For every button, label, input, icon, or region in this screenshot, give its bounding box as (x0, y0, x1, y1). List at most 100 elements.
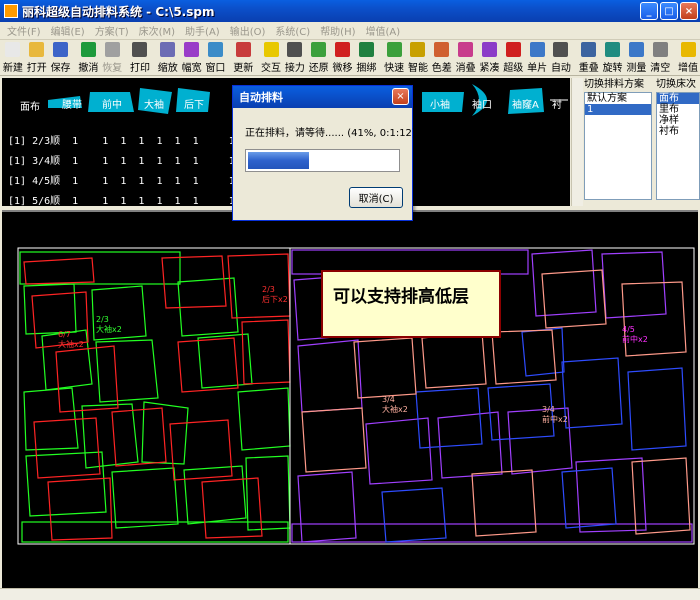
toolbar-button-width[interactable]: 幅宽 (180, 40, 204, 76)
toolbar-button-refresh[interactable]: 更新 (231, 40, 255, 76)
undo-icon (80, 42, 96, 57)
toolbar-button-open-folder[interactable]: 打开 (25, 40, 49, 76)
menu-item-6[interactable]: 系统(C) (270, 23, 315, 38)
toolbar-button-unoverlap[interactable]: 消叠 (454, 40, 478, 76)
bed-item[interactable]: 里布 (657, 104, 699, 115)
toolbar-label: 快速 (384, 63, 405, 74)
toolbar-label: 打开 (26, 63, 47, 74)
toolbar-button-undo[interactable]: 撤消 (76, 40, 100, 76)
bed-item[interactable]: 衬布 (657, 126, 699, 137)
auto-icon (553, 42, 569, 57)
toolbar-button-save-disk[interactable]: 保存 (49, 40, 73, 76)
maximize-button[interactable]: □ (660, 2, 678, 20)
menu-item-1[interactable]: 编辑(E) (46, 23, 90, 38)
compact-icon (481, 42, 497, 57)
piece-label: 3/4 (542, 405, 555, 414)
rotate-icon (605, 42, 621, 57)
title-bar: 丽科超级自动排料系统 - C:\5.spm _ □ × (0, 0, 700, 22)
piece-tag: 小袖 (430, 99, 450, 111)
toolbar-button-printer[interactable]: 打印 (128, 40, 152, 76)
toolbar-button-nudge[interactable]: 微移 (331, 40, 355, 76)
toolbar-button-cursor[interactable]: 交互 (259, 40, 283, 76)
toolbar-button-color-diff[interactable]: 色差 (430, 40, 454, 76)
toolbar-label: 保存 (50, 63, 71, 74)
toolbar-button-value-add[interactable]: 增值 (676, 40, 700, 76)
toolbar-button-super[interactable]: 超级 (501, 40, 525, 76)
open-folder-icon (29, 42, 45, 57)
progress-fill (248, 152, 310, 169)
toolbar-label: 增值 (678, 63, 699, 74)
toolbar-button-overlap[interactable]: 重叠 (577, 40, 601, 76)
cancel-button[interactable]: 取消(C) (349, 187, 403, 208)
menu-bar: 文件(F) 编辑(E) 方案(T) 床次(M) 助手(A) 输出(O) 系统(C) 帮助(H)… (0, 22, 700, 40)
toolbar-button-measure[interactable]: 测量 (624, 40, 648, 76)
pieces-scrollbar[interactable] (571, 78, 583, 206)
board-horizontal-scrollbar[interactable] (0, 588, 700, 600)
toolbar-label: 微移 (332, 63, 353, 74)
menu-item-8[interactable]: 增值(A) (361, 23, 406, 38)
toolbar-label: 重叠 (578, 63, 599, 74)
menu-item-7[interactable]: 帮助(H) (315, 23, 360, 38)
toolbar-button-smart[interactable]: 智能 (406, 40, 430, 76)
marker-board[interactable]: 6/7 大袖x2 2/3 大袖x2 3/4 大袖x2 4/5 前中x2 3/4 前中x2 2/3 后下… (2, 210, 698, 588)
relay-icon (287, 42, 303, 57)
annotation-note: 可以支持排高低层 (321, 270, 501, 338)
piece-tag: 腰带 (62, 99, 82, 111)
toolbar-button-clear[interactable]: 清空 (648, 40, 672, 76)
marker-layout-canvas[interactable]: 6/7大袖x22/3大袖x23/4大袖x24/5前中x23/4前中x22/3后下… (2, 212, 698, 590)
toolbar-button-window[interactable]: 窗口 (204, 40, 228, 76)
menu-item-3[interactable]: 床次(M) (134, 23, 180, 38)
width-icon (184, 42, 200, 57)
scheme-item[interactable]: 1 (585, 104, 651, 115)
toolbar-button-rotate[interactable]: 旋转 (601, 40, 625, 76)
toolbar-button-auto[interactable]: 自动 (549, 40, 573, 76)
toolbar-label: 新建 (2, 63, 23, 74)
toolbar-button-restore[interactable]: 还原 (307, 40, 331, 76)
app-window: 丽科超级自动排料系统 - C:\5.spm _ □ × 文件(F) 编辑(E) 方案… (0, 0, 700, 600)
window-title: 丽科超级自动排料系统 - C:\5.spm (22, 4, 215, 19)
save-disk-icon (53, 42, 69, 57)
bed-item[interactable]: 面布 (657, 93, 699, 104)
toolbar-button-bind[interactable]: 捆绑 (354, 40, 378, 76)
menu-item-0[interactable]: 文件(F) (2, 23, 46, 38)
window-icon (207, 42, 223, 57)
menu-item-5[interactable]: 输出(O) (225, 23, 271, 38)
refresh-icon (235, 42, 251, 57)
toolbar-button-compact[interactable]: 紧凑 (478, 40, 502, 76)
scheme-item[interactable]: 默认方案 (585, 93, 651, 104)
piece-label: 4/5 (622, 325, 635, 334)
toolbar-button-redo[interactable]: 恢复 (100, 40, 124, 76)
redo-icon (104, 42, 120, 57)
menu-item-4[interactable]: 助手(A) (180, 23, 225, 38)
toolbar-button-relay[interactable]: 接力 (283, 40, 307, 76)
scheme-header: 切换排料方案 (584, 79, 644, 90)
measure-icon (628, 42, 644, 57)
toolbar-button-zoom[interactable]: 缩放 (156, 40, 180, 76)
bed-item[interactable]: 净样 (657, 115, 699, 126)
color-diff-icon (434, 42, 450, 57)
bed-list[interactable]: 面布 里布 净样 衬布 (656, 92, 700, 200)
piece-label: 2/3 (96, 315, 109, 324)
close-button[interactable]: × (680, 2, 698, 20)
toolbar-label: 打印 (129, 63, 150, 74)
toolbar-button-single-piece[interactable]: 单片 (525, 40, 549, 76)
minimize-button[interactable]: _ (640, 2, 658, 20)
toolbar-button-new-file[interactable]: 新建 (1, 40, 25, 76)
toolbar-label: 捆绑 (356, 63, 377, 74)
smart-icon (410, 42, 426, 57)
toolbar-label: 还原 (308, 63, 329, 74)
toolbar-label: 接力 (284, 63, 305, 74)
menu-item-2[interactable]: 方案(T) (90, 23, 134, 38)
super-icon (505, 42, 521, 57)
piece-label: 2/3 (262, 285, 275, 294)
toolbar-label: 缩放 (157, 63, 178, 74)
toolbar-label: 幅宽 (181, 63, 202, 74)
piece-tag: 后下 (184, 99, 204, 111)
green-size-pieces (19, 251, 291, 543)
restore-icon (311, 42, 327, 57)
toolbar-button-fast[interactable]: 快速 (382, 40, 406, 76)
value-add-icon (680, 42, 696, 57)
scheme-list[interactable]: 默认方案 1 (584, 92, 652, 200)
dialog-close-button[interactable]: × (392, 88, 409, 105)
zoom-icon (160, 42, 176, 57)
